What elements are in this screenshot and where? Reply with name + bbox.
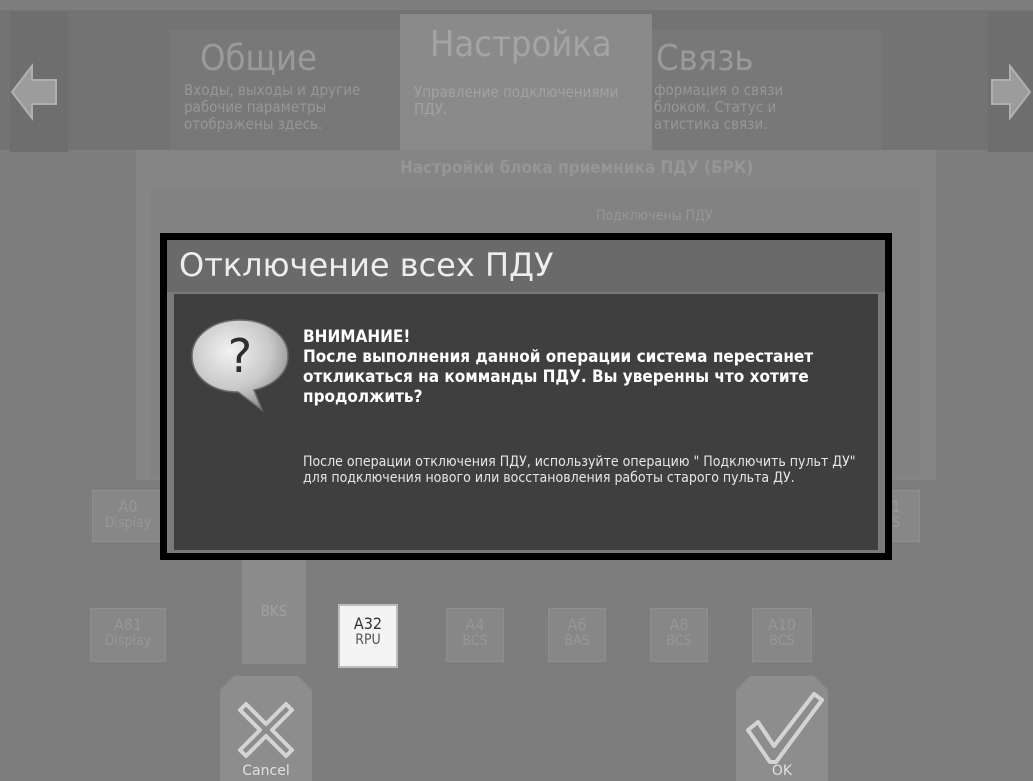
device-a8[interactable]: A8 BCS [650,608,708,662]
nav-left-button[interactable] [10,12,68,152]
device-id: A8 [669,615,689,634]
arrow-left-icon [10,63,57,121]
device-id: A0 [118,497,138,516]
close-icon [238,702,294,758]
device-type: BCS [666,633,692,649]
tab-title: Общие [200,38,317,79]
tab-title: Связь [656,38,754,79]
tab-communication[interactable]: Связь формация о связи блоком. Статус и … [652,30,882,150]
device-a6[interactable]: A6 BAS [548,608,606,662]
tab-general[interactable]: Общие Входы, выходы и другие рабочие пар… [170,30,402,150]
panel-subtitle: Подключены ПДУ [596,208,713,224]
dialog-note: После операции отключения ПДУ, используй… [303,454,856,486]
tab-description: Входы, выходы и другие рабочие параметры… [184,81,361,133]
device-a0[interactable]: A0 Display [92,490,164,542]
dialog-content: ? ВНИМАНИЕ! После выполнения данной опер… [174,294,878,550]
dialog-body-frame: ? ВНИМАНИЕ! После выполнения данной опер… [167,292,885,553]
device-type: Display [104,515,152,531]
device-id: A10 [767,615,797,634]
nav-right-button[interactable] [988,12,1033,152]
device-type: BCS [769,633,795,649]
device-id: A6 [567,615,587,634]
tab-description: Управление подключениями ПДУ. [414,83,619,118]
warning-heading: ВНИМАНИЕ! [303,327,411,347]
checkmark-icon [746,692,824,764]
device-a81[interactable]: A81 Display [90,608,166,662]
device-a4[interactable]: A4 BCS [446,608,504,662]
arrow-right-icon [991,63,1032,121]
question-bubble-icon: ? [191,319,289,412]
confirm-dialog: Отключение всех ПДУ ? ВНИМАНИЕ! После вы… [160,233,892,560]
device-a10[interactable]: A10 BCS [752,608,812,662]
dialog-title-bar: Отключение всех ПДУ [167,240,885,292]
panel-title: Настройки блока приемника ПДУ (БРК) [400,158,754,178]
dialog-title: Отключение всех ПДУ [179,246,554,284]
device-id: A81 [113,615,143,634]
device-type: BCS [462,633,488,649]
device-type: RPU [355,632,381,648]
tab-settings[interactable]: Настройка Управление подключениями ПДУ. [400,14,652,150]
tab-title: Настройка [430,24,612,65]
cancel-button[interactable]: Cancel [220,676,312,781]
device-id: A32 [353,614,383,633]
tab-description: формация о связи блоком. Статус и атисти… [654,81,784,133]
warning-text: ВНИМАНИЕ! После выполнения данной операц… [303,327,863,407]
device-id: A4 [465,615,485,634]
device-bks[interactable]: BKS [242,560,306,664]
device-a32[interactable]: A32 RPU [338,604,398,668]
ok-label: OK [771,763,793,779]
ok-button[interactable]: OK [736,676,828,781]
device-type: BAS [564,633,590,649]
cancel-label: Cancel [242,763,290,779]
device-type: Display [104,633,152,649]
svg-text:?: ? [228,329,252,383]
warning-message: После выполнения данной операции система… [303,347,814,407]
